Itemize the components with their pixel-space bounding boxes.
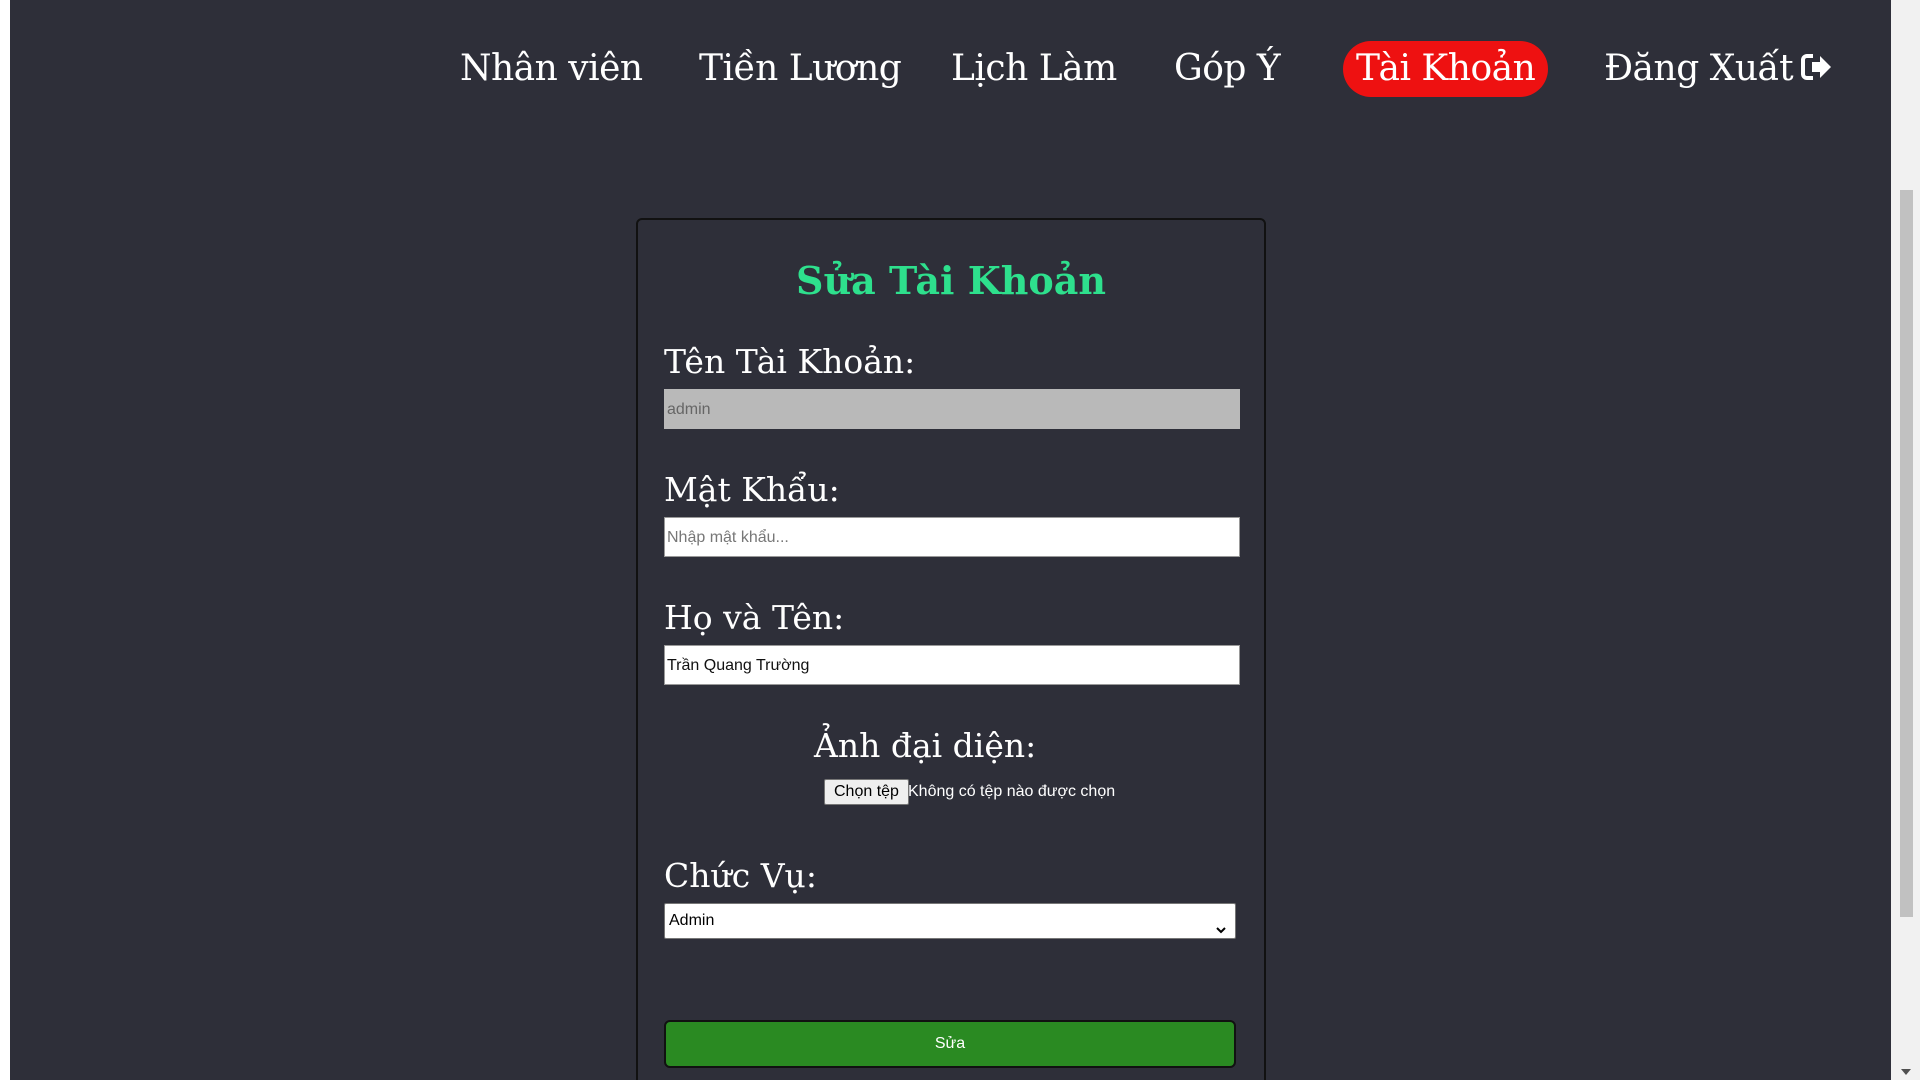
fullname-field[interactable]: Trần Quang Trường [664, 645, 1240, 685]
page: Nhân viên Tiền Lương Lịch Làm Góp Ý Tài … [10, 0, 1891, 1080]
choose-file-button[interactable]: Chọn tệp [824, 779, 909, 805]
file-status-text: Không có tệp nào được chọn [908, 783, 1116, 800]
fullname-label: Họ và Tên: [664, 598, 845, 637]
nav-item-dang-xuat[interactable]: Đăng Xuất [1604, 41, 1833, 97]
avatar-label: Ảnh đại diện: [814, 726, 1037, 765]
nav-item-lich-lam[interactable]: Lịch Làm [951, 41, 1117, 97]
nav-item-gop-y[interactable]: Góp Ý [1174, 41, 1281, 97]
password-label: Mật Khẩu: [664, 470, 840, 509]
role-select[interactable]: Admin [664, 903, 1236, 939]
password-placeholder: Nhập mật khẩu... [667, 529, 789, 546]
role-label: Chức Vụ: [664, 856, 817, 895]
nav-item-dang-xuat-label: Đăng Xuất [1604, 48, 1794, 89]
scroll-down-arrow-icon[interactable] [1901, 1069, 1911, 1075]
username-field: admin [664, 389, 1240, 429]
role-select-value: Admin [669, 912, 715, 929]
password-field[interactable]: Nhập mật khẩu... [664, 517, 1240, 557]
form-title: Sửa Tài Khoản [796, 258, 1106, 303]
submit-button[interactable]: Sửa [664, 1020, 1236, 1068]
scrollbar[interactable] [1891, 0, 1920, 1080]
nav-item-tien-luong[interactable]: Tiền Lương [699, 41, 902, 97]
logout-icon [1801, 43, 1833, 99]
nav-item-nhan-vien[interactable]: Nhân viên [460, 41, 643, 97]
nav-item-tai-khoan[interactable]: Tài Khoản [1343, 41, 1549, 97]
scrollbar-thumb[interactable] [1900, 190, 1913, 917]
username-label: Tên Tài Khoản: [664, 342, 916, 381]
edit-account-form: Sửa Tài Khoản Tên Tài Khoản: admin Mật K… [636, 218, 1266, 1080]
chevron-down-icon [1215, 915, 1227, 949]
